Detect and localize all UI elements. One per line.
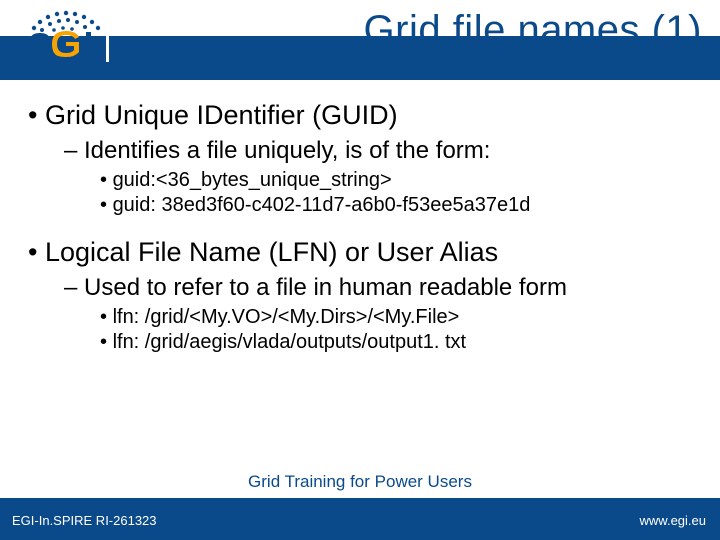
bullet-guid-ex2: guid: 38ed3f60-c402-11d7-a6b0-f53ee5a37e… xyxy=(100,194,702,217)
bullet-lfn: Logical File Name (LFN) or User Alias xyxy=(28,237,702,268)
bullet-lfn-ex1: lfn: /grid/<My.VO>/<My.Dirs>/<My.File> xyxy=(100,306,702,329)
egi-logo xyxy=(10,8,140,68)
content: Grid Unique IDentifier (GUID) Identifies… xyxy=(28,100,702,356)
bullet-lfn-sub: Used to refer to a file in human readabl… xyxy=(64,274,702,302)
slide-title: Grid file names (1) xyxy=(364,8,702,53)
bullet-guid-ex1: guid:<36_bytes_unique_string> xyxy=(100,169,702,192)
footer-center-text: Grid Training for Power Users xyxy=(0,472,720,492)
bullet-guid: Grid Unique IDentifier (GUID) xyxy=(28,100,702,131)
footer-left-text: EGI-In.SPIRE RI-261323 xyxy=(12,513,157,528)
bullet-lfn-ex2: lfn: /grid/aegis/vlada/outputs/output1. … xyxy=(100,331,702,354)
egi-logo-icon xyxy=(10,8,140,68)
footer-right-link[interactable]: www.egi.eu xyxy=(640,513,706,528)
bullet-guid-sub: Identifies a file uniquely, is of the fo… xyxy=(64,137,702,165)
section-lfn: Logical File Name (LFN) or User Alias Us… xyxy=(28,237,702,354)
slide: Grid file names (1) Grid Unique IDentifi… xyxy=(0,0,720,540)
